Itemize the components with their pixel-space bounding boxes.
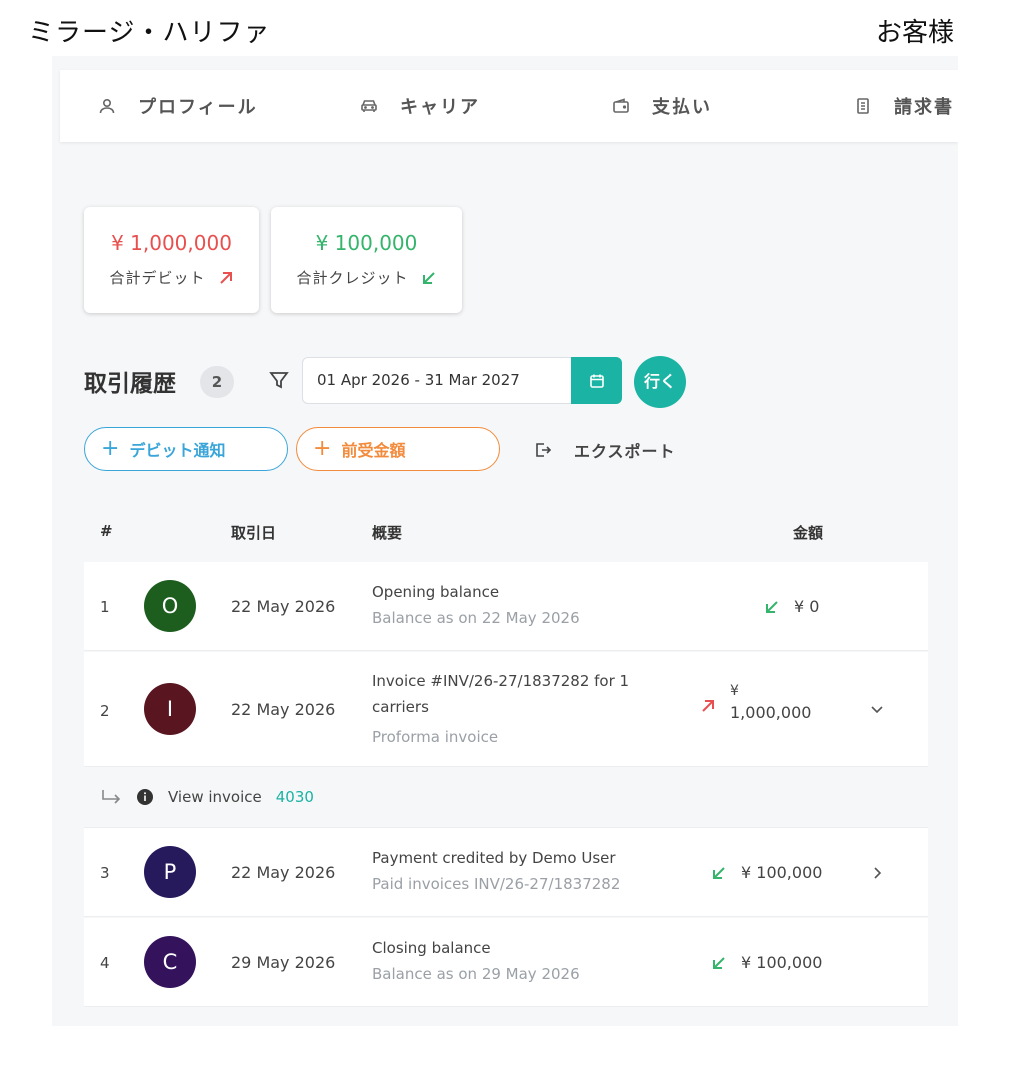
add-advance-button[interactable]: + 前受金額 (296, 427, 500, 471)
transaction-date: 22 May 2026 (231, 863, 336, 882)
row-number: 1 (100, 598, 110, 616)
arrow-down-left-icon (422, 271, 435, 284)
table-row[interactable]: 1 O 22 May 2026 Opening balance Balance … (84, 562, 928, 651)
export-label: エクスポート (574, 442, 676, 461)
row-number: 4 (100, 954, 110, 972)
tab-profile-label: プロフィール (138, 97, 258, 118)
column-header-date: 取引日 (231, 524, 277, 542)
arrow-up-right-icon (219, 271, 232, 284)
invoice-number-link[interactable]: 4030 (276, 788, 314, 806)
transaction-subtitle: Proforma invoice (372, 728, 499, 746)
export-button[interactable]: エクスポート (532, 437, 676, 463)
view-invoice-label: View invoice (168, 788, 262, 806)
transaction-title: Invoice #INV/26-27/1837282 for 1 carrier… (372, 672, 630, 716)
transaction-date: 22 May 2026 (231, 597, 336, 616)
table-row[interactable]: 2 I 22 May 2026 Invoice #INV/26-27/18372… (84, 652, 928, 767)
currency-symbol: ¥ (730, 683, 739, 699)
go-button[interactable]: 行く (634, 356, 686, 408)
tab-bar: プロフィール キャリア 支払い 請求書 (60, 70, 958, 142)
column-header-description: 概要 (372, 524, 403, 542)
avatar: O (144, 580, 196, 632)
date-range-input[interactable]: 01 Apr 2026 - 31 Mar 2027 (302, 357, 572, 404)
total-debit-card: ¥ 1,000,000 合計デビット (84, 207, 259, 313)
return-arrow-icon (102, 790, 121, 804)
add-debit-note-label: デビット通知 (129, 441, 226, 460)
tab-carrier[interactable]: キャリア (358, 70, 480, 142)
transaction-title: Payment credited by Demo User (372, 849, 616, 867)
total-credit-label: 合計クレジット (296, 269, 409, 287)
arrow-down-left-icon (766, 600, 778, 613)
document-icon (852, 95, 874, 117)
tab-profile[interactable]: プロフィール (96, 70, 258, 142)
customer-role: お客様 (875, 18, 954, 48)
transaction-date: 22 May 2026 (231, 700, 336, 719)
arrow-down-left-icon (713, 866, 725, 879)
transaction-amount: ¥ 0 (794, 597, 820, 616)
arrow-up-right-icon (702, 700, 714, 712)
info-icon (137, 789, 153, 805)
transaction-amount: 1,000,000 (730, 703, 812, 722)
total-debit-label: 合計デビット (109, 269, 206, 287)
invoice-link-row: View invoice 4030 (84, 767, 928, 828)
tab-invoices-label: 請求書 (894, 97, 954, 118)
transaction-date: 29 May 2026 (231, 953, 336, 972)
calendar-icon (589, 374, 604, 388)
calendar-button[interactable] (571, 357, 622, 404)
add-debit-note-button[interactable]: + デビット通知 (84, 427, 288, 471)
table-row[interactable]: 4 C 29 May 2026 Closing balance Balance … (84, 918, 928, 1007)
add-advance-label: 前受金額 (341, 441, 406, 460)
transaction-title: Closing balance (372, 939, 491, 957)
history-count-badge: 2 (200, 366, 234, 398)
customer-name: ミラージ・ハリファ (28, 18, 271, 48)
tab-invoices[interactable]: 請求書 (852, 70, 954, 142)
tab-payments-label: 支払い (652, 97, 712, 118)
column-header-amount: 金額 (793, 524, 824, 542)
avatar: P (144, 846, 196, 898)
column-header-number: # (100, 522, 113, 540)
filter-icon[interactable] (268, 369, 290, 391)
wallet-icon (610, 95, 632, 117)
tab-carrier-label: キャリア (400, 97, 480, 118)
top-header: ミラージ・ハリファ お客様 (0, 0, 1010, 56)
arrow-down-left-icon (713, 956, 725, 969)
transaction-amount: ¥ 100,000 (741, 863, 823, 882)
transaction-amount: ¥ 100,000 (741, 953, 823, 972)
avatar: I (144, 683, 196, 735)
transaction-title: Opening balance (372, 583, 500, 601)
table-row[interactable]: 3 P 22 May 2026 Payment credited by Demo… (84, 828, 928, 917)
transaction-subtitle: Paid invoices INV/26-27/1837282 (372, 875, 621, 893)
tab-payments[interactable]: 支払い (610, 70, 712, 142)
row-number: 3 (100, 864, 110, 882)
transaction-subtitle: Balance as on 29 May 2026 (372, 965, 580, 983)
chevron-right-icon[interactable] (868, 864, 886, 882)
plus-icon: + (101, 436, 120, 461)
total-credit-amount: ¥ 100,000 (315, 231, 418, 255)
chevron-down-icon[interactable] (868, 700, 886, 718)
history-title: 取引履歴 (84, 371, 176, 397)
row-number: 2 (100, 702, 110, 720)
plus-icon: + (313, 436, 332, 461)
transaction-subtitle: Balance as on 22 May 2026 (372, 609, 580, 627)
car-icon (358, 95, 380, 117)
avatar: C (144, 936, 196, 988)
total-debit-amount: ¥ 1,000,000 (111, 231, 232, 255)
table-header: # 取引日 概要 金額 (84, 506, 928, 556)
user-icon (96, 95, 118, 117)
total-credit-card: ¥ 100,000 合計クレジット (271, 207, 462, 313)
main-panel: プロフィール キャリア 支払い 請求書 ¥ 1,000,000 合計デビット ¥… (52, 56, 958, 1026)
export-icon (536, 443, 552, 457)
